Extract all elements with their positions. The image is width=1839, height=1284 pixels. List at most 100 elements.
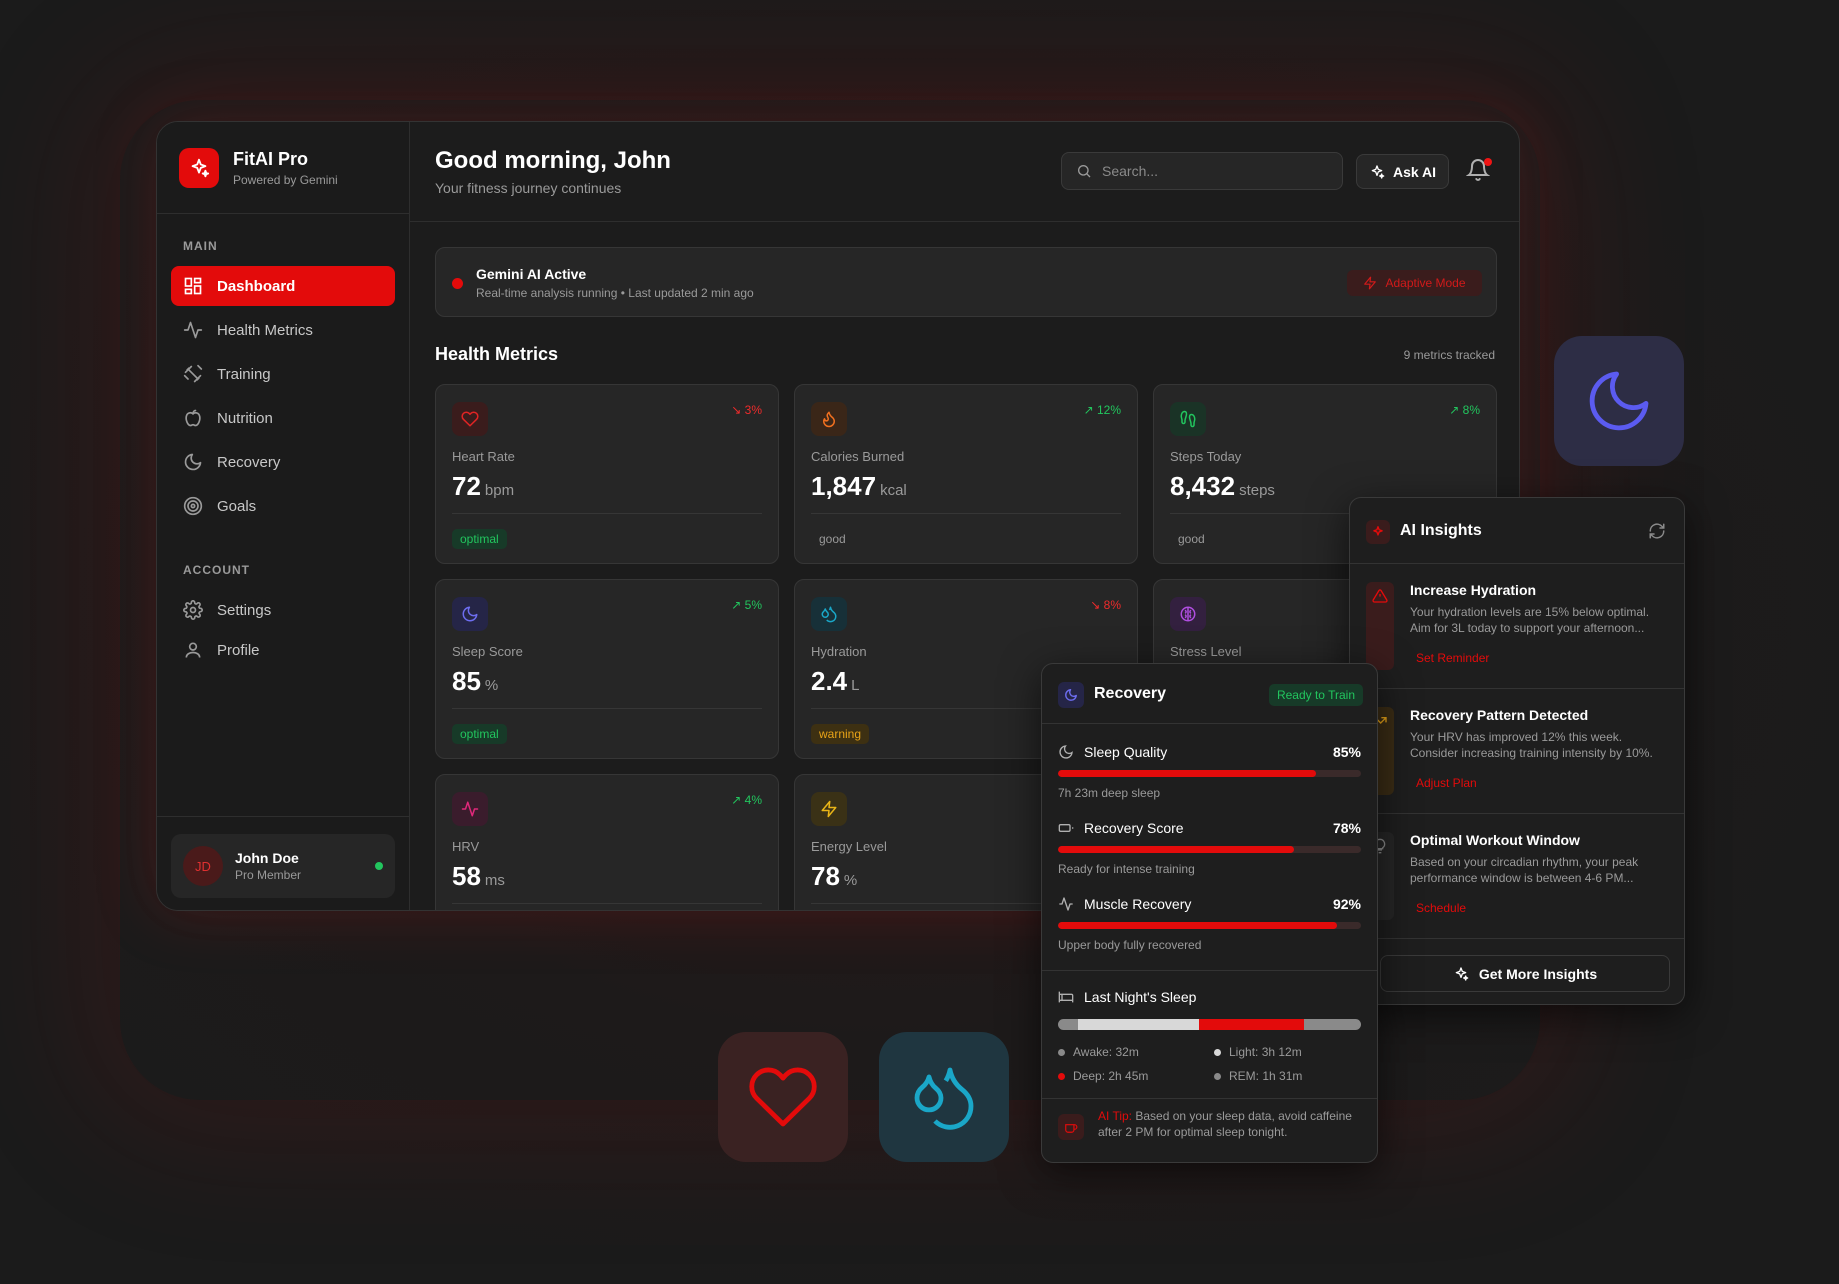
trend-indicator: ↗ 4%	[731, 793, 762, 807]
moon-icon	[452, 597, 488, 631]
metric-label: Heart Rate	[452, 449, 515, 464]
sidebar-item-nutrition[interactable]: Nutrition	[171, 398, 395, 438]
row-label: Muscle Recovery	[1084, 896, 1192, 912]
avatar: JD	[183, 846, 223, 886]
legend-rem: REM: 1h 31m	[1214, 1069, 1302, 1083]
row-note: Ready for intense training	[1058, 862, 1195, 876]
search-icon	[1078, 165, 1091, 178]
sidebar-item-goals[interactable]: Goals	[171, 486, 395, 526]
page-subtitle: Your fitness journey continues	[435, 180, 622, 196]
main-section-label: MAIN	[183, 239, 218, 253]
metric-value: 2.4 L	[811, 666, 860, 696]
row-label: Sleep Quality	[1084, 744, 1168, 760]
droplets-icon	[811, 597, 847, 631]
trend-indicator: ↗ 8%	[1449, 403, 1480, 417]
target-icon	[183, 496, 203, 516]
sidebar-item-label: Recovery	[217, 453, 281, 471]
row-percent: 85%	[1332, 744, 1361, 760]
status-badge: good	[1178, 532, 1205, 546]
search-input[interactable]: Search...	[1061, 152, 1343, 190]
metric-card-calories[interactable]: ↗ 12% Calories Burned 1,847 kcal good	[794, 384, 1138, 564]
sleep-segment-rem	[1303, 1019, 1361, 1030]
sidebar-item-label: Goals	[217, 497, 257, 515]
insight-item[interactable]: Recovery Pattern Detected Your HRV has i…	[1350, 689, 1684, 814]
get-more-insights-button[interactable]: Get More Insights	[1380, 955, 1670, 992]
alert-icon	[1366, 582, 1394, 670]
insight-title: Recovery Pattern Detected	[1410, 707, 1589, 723]
metric-value: 8,432 steps	[1170, 471, 1275, 501]
legend-deep: Deep: 2h 45m	[1058, 1069, 1148, 1083]
brand: FitAI Pro Powered by Gemini	[157, 122, 409, 214]
gear-icon	[183, 600, 203, 620]
sidebar-item-recovery[interactable]: Recovery	[171, 442, 395, 482]
insight-item[interactable]: Optimal Workout Window Based on your cir…	[1350, 814, 1684, 939]
metric-card-heart-rate[interactable]: ↘ 3% Heart Rate 72 bpm optimal	[435, 384, 779, 564]
gemini-title: Gemini AI Active	[476, 266, 587, 282]
legend-light: Light: 3h 12m	[1214, 1045, 1302, 1059]
ai-tip: AI Tip: Based on your sleep data, avoid …	[1098, 1109, 1352, 1139]
metric-label: Hydration	[811, 644, 867, 659]
sidebar-item-label: Nutrition	[217, 409, 273, 427]
status-dot	[452, 278, 463, 289]
gemini-status-bar: Gemini AI Active Real-time analysis runn…	[435, 247, 1497, 317]
sparkles-icon	[179, 147, 219, 188]
muscle-recovery-row: Muscle Recovery 92% Upper body fully rec…	[1058, 896, 1361, 952]
metric-label: Sleep Score	[452, 644, 523, 659]
metric-card-sleep-score[interactable]: ↗ 5% Sleep Score 85% optimal	[435, 579, 779, 759]
schedule-link[interactable]: Schedule	[1416, 901, 1466, 915]
notification-dot	[1484, 158, 1492, 166]
topbar: Good morning, John Your fitness journey …	[410, 122, 1519, 222]
ai-insights-panel: AI Insights Increase Hydration Your hydr…	[1349, 497, 1685, 1005]
sidebar: FitAI Pro Powered by Gemini MAIN Dashboa…	[157, 122, 410, 910]
brand-name: FitAI Pro	[233, 148, 308, 169]
dashboard-icon	[184, 277, 202, 295]
moon-tile	[1554, 336, 1684, 466]
adjust-plan-link[interactable]: Adjust Plan	[1416, 776, 1477, 790]
sleep-segment-light	[1078, 1019, 1200, 1030]
gemini-subtitle: Real-time analysis running • Last update…	[476, 286, 754, 300]
sleep-stage-bar	[1058, 1019, 1361, 1030]
user-role: Pro Member	[235, 868, 302, 882]
metric-value: 72 bpm	[452, 471, 515, 501]
ask-ai-button[interactable]: Ask AI	[1356, 154, 1449, 189]
row-percent: 78%	[1332, 820, 1361, 836]
adaptive-mode-button[interactable]: Adaptive Mode	[1347, 270, 1482, 296]
last-night-sleep: Last Night's Sleep	[1058, 989, 1361, 1005]
activity-icon	[1059, 897, 1073, 911]
heart-tile	[718, 1032, 848, 1162]
insight-item[interactable]: Increase Hydration Your hydration levels…	[1350, 564, 1684, 689]
activity-icon	[183, 321, 203, 339]
insight-title: Optimal Workout Window	[1410, 832, 1580, 848]
user-name: John Doe	[235, 850, 299, 866]
sidebar-item-label: Settings	[217, 601, 272, 619]
set-reminder-link[interactable]: Set Reminder	[1416, 651, 1489, 665]
refresh-icon[interactable]	[1648, 522, 1666, 540]
sidebar-item-label: Training	[217, 365, 271, 383]
sidebar-item-health-metrics[interactable]: Health Metrics	[171, 310, 395, 350]
heart-icon	[749, 1067, 817, 1127]
recovery-panel: Recovery Ready to Train Sleep Quality 85…	[1041, 663, 1378, 1163]
recovery-score-row: Recovery Score 78% Ready for intense tra…	[1058, 820, 1361, 876]
sidebar-item-training[interactable]: Training	[171, 354, 395, 394]
section-title: Health Metrics	[435, 344, 559, 364]
progress-fill	[1058, 846, 1295, 853]
user-card[interactable]: JD John Doe Pro Member	[171, 834, 395, 898]
sidebar-item-settings[interactable]: Settings	[171, 590, 395, 630]
moon-icon	[1058, 682, 1084, 708]
metric-label: Stress Level	[1170, 644, 1242, 659]
sidebar-item-dashboard[interactable]: Dashboard	[171, 266, 395, 306]
metric-label: Energy Level	[811, 839, 887, 854]
insight-description: Your hydration levels are 15% below opti…	[1410, 605, 1650, 635]
metrics-count: 9 metrics tracked	[1403, 348, 1495, 362]
trend-indicator: ↗ 5%	[731, 598, 762, 612]
ask-ai-label: Ask AI	[1392, 163, 1437, 180]
droplets-icon	[914, 1067, 974, 1130]
zap-icon	[1364, 276, 1377, 290]
metric-label: HRV	[452, 839, 480, 854]
metric-card-hrv[interactable]: ↗ 4% HRV 58 ms	[435, 774, 779, 910]
sparkles-icon	[1455, 966, 1469, 981]
status-badge: Ready to Train	[1268, 684, 1363, 706]
sidebar-item-profile[interactable]: Profile	[171, 630, 395, 670]
sidebar-item-label: Dashboard	[217, 277, 296, 295]
status-badge: optimal	[452, 724, 507, 744]
